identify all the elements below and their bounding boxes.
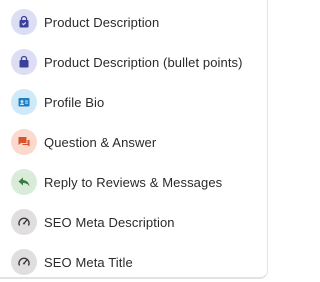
menu-item-profile-bio[interactable]: Profile Bio — [0, 82, 266, 122]
menu-item-seo-meta-title[interactable]: SEO Meta Title — [0, 242, 266, 282]
chat-bubbles-icon — [11, 129, 37, 155]
dropdown-menu: Product Description Product Description … — [0, 0, 268, 279]
menu-item-product-description-bullets[interactable]: Product Description (bullet points) — [0, 42, 266, 82]
menu-item-label: Question & Answer — [44, 134, 157, 150]
menu-item-label: SEO Meta Title — [44, 254, 133, 270]
gauge-icon — [11, 209, 37, 235]
reply-arrow-icon — [11, 169, 37, 195]
menu-item-label: Product Description (bullet points) — [44, 54, 243, 70]
menu-item-question-answer[interactable]: Question & Answer — [0, 122, 266, 162]
shopping-bag-icon — [11, 9, 37, 35]
menu-item-label: Profile Bio — [44, 94, 105, 110]
menu-item-label: Product Description — [44, 14, 160, 30]
menu-item-label: SEO Meta Description — [44, 214, 175, 230]
shopping-bag-icon — [11, 49, 37, 75]
menu-item-seo-meta-description[interactable]: SEO Meta Description — [0, 202, 266, 242]
id-card-icon — [11, 89, 37, 115]
menu-item-label: Reply to Reviews & Messages — [44, 174, 223, 190]
menu-item-reply-reviews[interactable]: Reply to Reviews & Messages — [0, 162, 266, 202]
gauge-icon — [11, 249, 37, 275]
menu-item-product-description[interactable]: Product Description — [0, 2, 266, 42]
